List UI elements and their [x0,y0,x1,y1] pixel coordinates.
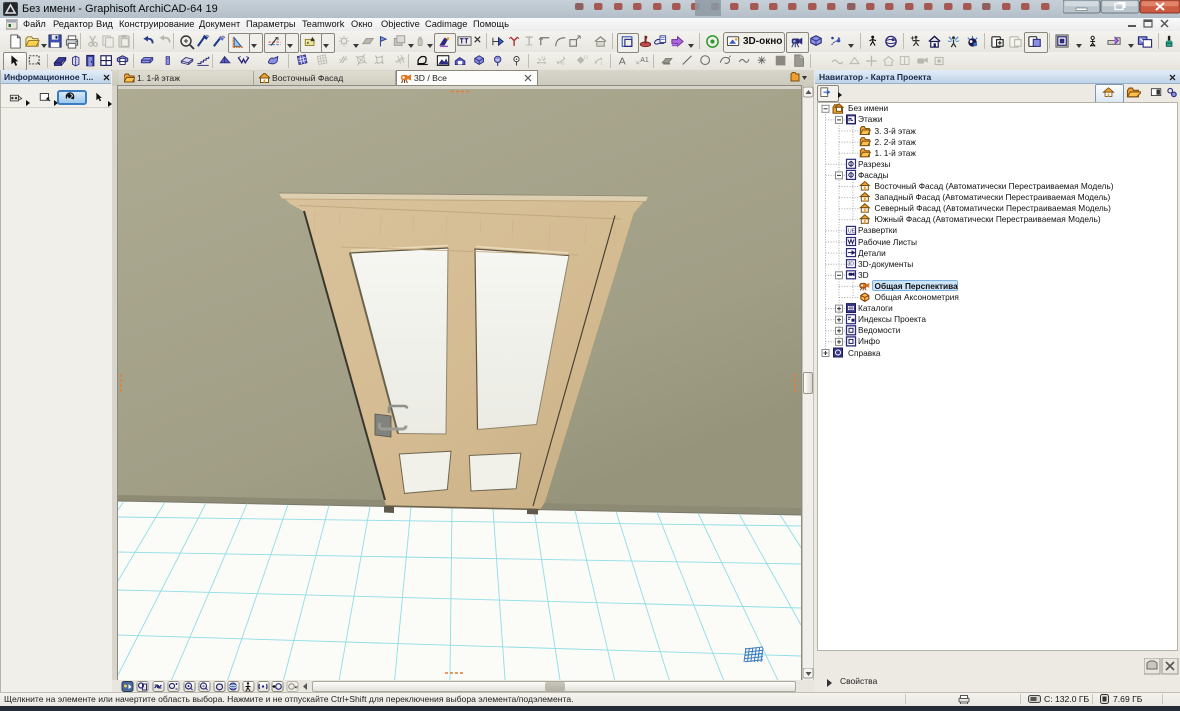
svg-text:A1: A1 [640,57,649,64]
svg-text:12: 12 [541,55,546,60]
svg-text:A: A [619,56,626,68]
svg-text:3D: 3D [848,262,855,268]
svg-text:1: 1 [600,61,603,66]
svg-text:45: 45 [560,61,565,66]
svg-text:12: 12 [583,54,588,59]
svg-text:UE: UE [848,228,856,234]
